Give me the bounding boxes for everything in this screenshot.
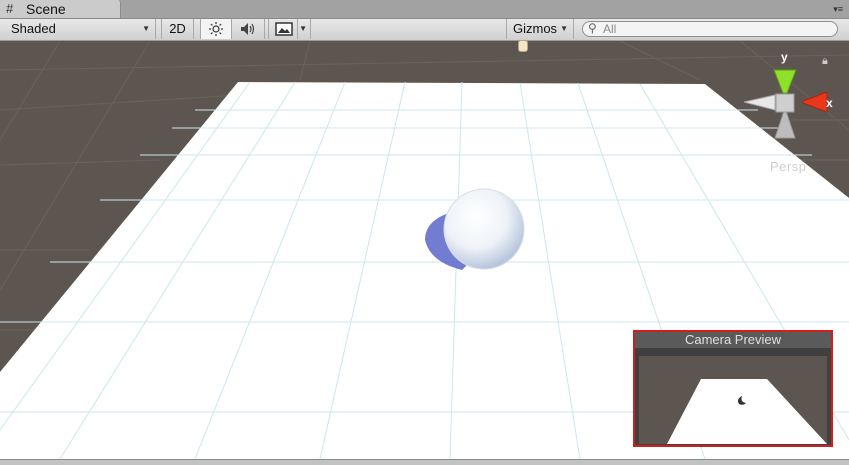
panel-menu-icon[interactable]: ▾≡ xyxy=(833,4,843,14)
search-icon: ⚲ xyxy=(588,21,597,35)
dropdown-arrow-icon: ▼ xyxy=(560,24,568,33)
camera-preview-view xyxy=(639,356,827,444)
draw-mode-dropdown[interactable]: Shaded ▼ xyxy=(6,19,156,39)
camera-preview-render xyxy=(667,379,827,444)
draw-mode-label: Shaded xyxy=(11,21,56,36)
gizmo-y-label: y xyxy=(781,50,788,64)
gizmo-y-cone[interactable] xyxy=(773,69,797,94)
camera-preview-title: Camera Preview xyxy=(635,332,831,348)
lighting-toggle-button[interactable] xyxy=(200,19,232,39)
gizmo-neg-y-cone[interactable] xyxy=(774,110,796,139)
projection-label[interactable]: Persp xyxy=(770,159,806,174)
window-bottom-border xyxy=(0,459,849,465)
search-input[interactable]: All xyxy=(603,22,616,36)
orientation-gizmo[interactable]: y x xyxy=(743,50,833,139)
sun-icon xyxy=(209,22,223,36)
gizmo-x-label: x xyxy=(826,96,833,110)
effects-dropdown-button[interactable]: ▼ xyxy=(298,19,311,39)
grid-icon: # xyxy=(6,1,14,16)
2d-toggle-button[interactable]: 2D xyxy=(161,19,194,39)
tab-scene[interactable]: # Scene xyxy=(0,0,121,18)
camera-preview: Camera Preview xyxy=(633,330,833,447)
sphere xyxy=(443,188,525,270)
effects-toggle-button[interactable] xyxy=(268,19,298,39)
tab-strip: # Scene ▾≡ xyxy=(0,0,849,19)
scene-toolbar: Shaded ▼ 2D ▼ Gizmos ▼ ⚲ All xyxy=(0,19,849,41)
gizmos-label: Gizmos xyxy=(513,21,558,36)
speaker-icon xyxy=(241,23,255,35)
dropdown-arrow-icon: ▼ xyxy=(142,24,150,33)
tab-scene-label: Scene xyxy=(26,1,66,17)
dropdown-arrow-icon: ▼ xyxy=(299,24,307,33)
scene-window: # Scene ▾≡ Shaded ▼ 2D ▼ Gizmos ▼ ⚲ All … xyxy=(0,0,849,465)
light-gizmo-handle[interactable] xyxy=(518,40,528,52)
audio-toggle-button[interactable] xyxy=(232,19,265,39)
lock-icon[interactable]: 🔒︎ xyxy=(822,55,828,68)
gizmo-center-cube[interactable] xyxy=(775,93,795,113)
image-icon xyxy=(275,22,293,36)
gizmos-dropdown[interactable]: Gizmos ▼ xyxy=(506,19,574,39)
preview-plane xyxy=(667,379,827,444)
gizmo-neg-x-cone[interactable] xyxy=(743,94,776,111)
search-field[interactable]: ⚲ All xyxy=(582,21,838,37)
